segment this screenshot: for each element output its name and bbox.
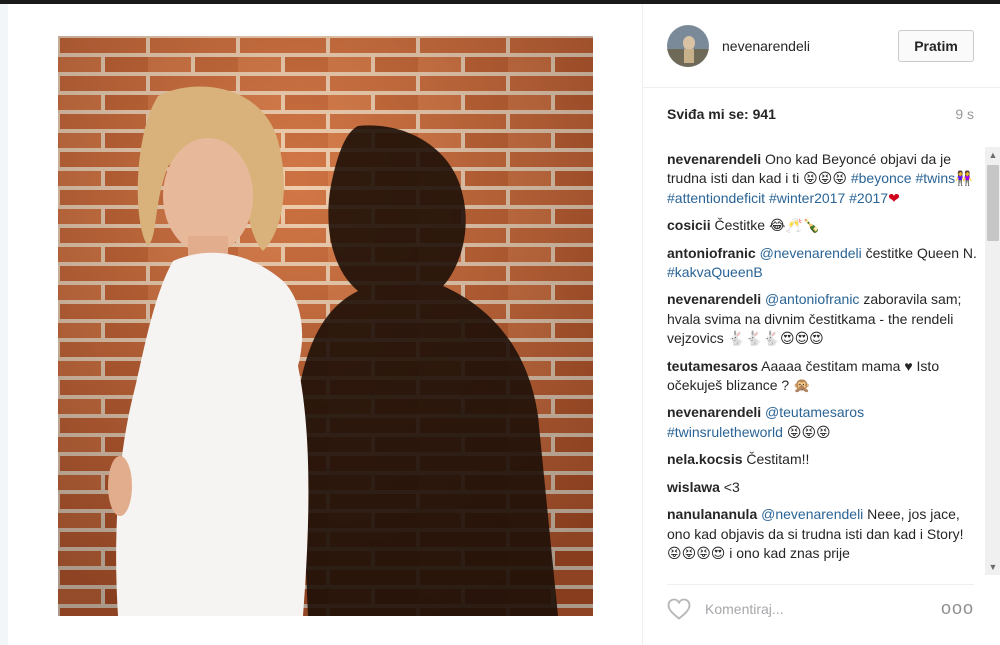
mention-link[interactable]: @nevenarendeli xyxy=(760,245,862,261)
comment-author-link[interactable]: nanulananula xyxy=(667,506,757,522)
scroll-down-arrow-icon[interactable]: ▼ xyxy=(985,559,1000,575)
heart-emoji: ❤ xyxy=(888,189,900,206)
hashtag-link[interactable]: #twins👭 xyxy=(915,170,972,186)
username-link[interactable]: nevenarendeli xyxy=(722,38,898,54)
comment-text: čestitke Queen N. xyxy=(861,244,977,261)
likes-row: Sviđa mi se: 941 9 s xyxy=(667,106,974,122)
comment-author-link[interactable]: nevenarendeli xyxy=(667,291,761,307)
comment-author-link[interactable]: antoniofranic xyxy=(667,245,756,261)
comment-author-link[interactable]: teutamesaros xyxy=(667,358,758,374)
heart-outline-icon[interactable] xyxy=(667,598,691,620)
post-media xyxy=(8,4,642,645)
comment-item: nela.kocsis Čestitam!! xyxy=(667,450,977,469)
post-footer: ooo xyxy=(667,584,974,632)
comment-author-link[interactable]: wislawa xyxy=(667,479,720,495)
scroll-up-arrow-icon[interactable]: ▲ xyxy=(985,147,1000,163)
comment-text: Čestitke 😂🥂🍾 xyxy=(710,217,821,234)
likes-count[interactable]: Sviđa mi se: 941 xyxy=(667,106,776,122)
comment-item: nevenarendeli Ono kad Beyoncé objavi da … xyxy=(667,150,977,208)
comment-item: nevenarendeli @teutamesaros #twinsruleth… xyxy=(667,403,977,442)
mention-link[interactable]: @teutamesaros xyxy=(765,404,864,420)
hashtag-link[interactable]: #attentiondeficit xyxy=(667,190,765,206)
comment-author-link[interactable]: cosicii xyxy=(667,217,711,233)
comment-item: cosicii Čestitke 😂🥂🍾 xyxy=(667,216,977,235)
comment-author-link[interactable]: nevenarendeli xyxy=(667,151,761,167)
comment-author-link[interactable]: nevenarendeli xyxy=(667,404,761,420)
comment-item: antoniofranic @nevenarendeli čestitke Qu… xyxy=(667,244,977,283)
hashtag-link[interactable]: #winter2017 xyxy=(769,190,845,206)
comment-item: teutamesaros Aaaaa čestitam mama ♥ Isto … xyxy=(667,357,977,396)
post-photo[interactable] xyxy=(58,36,593,616)
photo-illustration xyxy=(58,36,593,616)
comments-scrollbar[interactable]: ▲ ▼ xyxy=(985,147,1000,575)
follow-button[interactable]: Pratim xyxy=(898,29,974,62)
post-header: nevenarendeli Pratim xyxy=(643,4,1000,88)
comment-text: 😝😝😝 xyxy=(782,423,831,440)
comment-item: nevenarendeli @antoniofranic zaboravila … xyxy=(667,290,977,348)
hashtag-link[interactable]: #2017 xyxy=(849,190,888,206)
avatar-image xyxy=(667,24,709,67)
post-modal: nevenarendeli Pratim Sviđa mi se: 941 9 … xyxy=(8,4,1000,645)
post-timestamp[interactable]: 9 s xyxy=(955,106,974,122)
hashtag-link[interactable]: #twinsruletheworld xyxy=(667,424,783,440)
comment-author-link[interactable]: nela.kocsis xyxy=(667,451,743,467)
mention-link[interactable]: @antoniofranic xyxy=(765,291,859,307)
hashtag-link[interactable]: #kakvaQueenB xyxy=(667,264,763,280)
scroll-thumb[interactable] xyxy=(987,165,999,241)
hashtag-link[interactable]: #beyonce xyxy=(851,170,912,186)
comment-text: Čestitam!! xyxy=(742,451,810,468)
comment-item: nanulananula @nevenarendeli Neee, jos ja… xyxy=(667,505,977,563)
avatar[interactable] xyxy=(667,24,709,67)
ellipsis-icon[interactable]: ooo xyxy=(941,598,974,619)
comment-input[interactable] xyxy=(705,600,941,617)
comments-list: nevenarendeli Ono kad Beyoncé objavi da … xyxy=(667,150,977,570)
comment-item: wislawa <3 xyxy=(667,478,977,497)
mention-link[interactable]: @nevenarendeli xyxy=(761,506,863,522)
post-sidebar: nevenarendeli Pratim Sviđa mi se: 941 9 … xyxy=(642,4,1000,645)
comment-text: <3 xyxy=(719,478,740,495)
